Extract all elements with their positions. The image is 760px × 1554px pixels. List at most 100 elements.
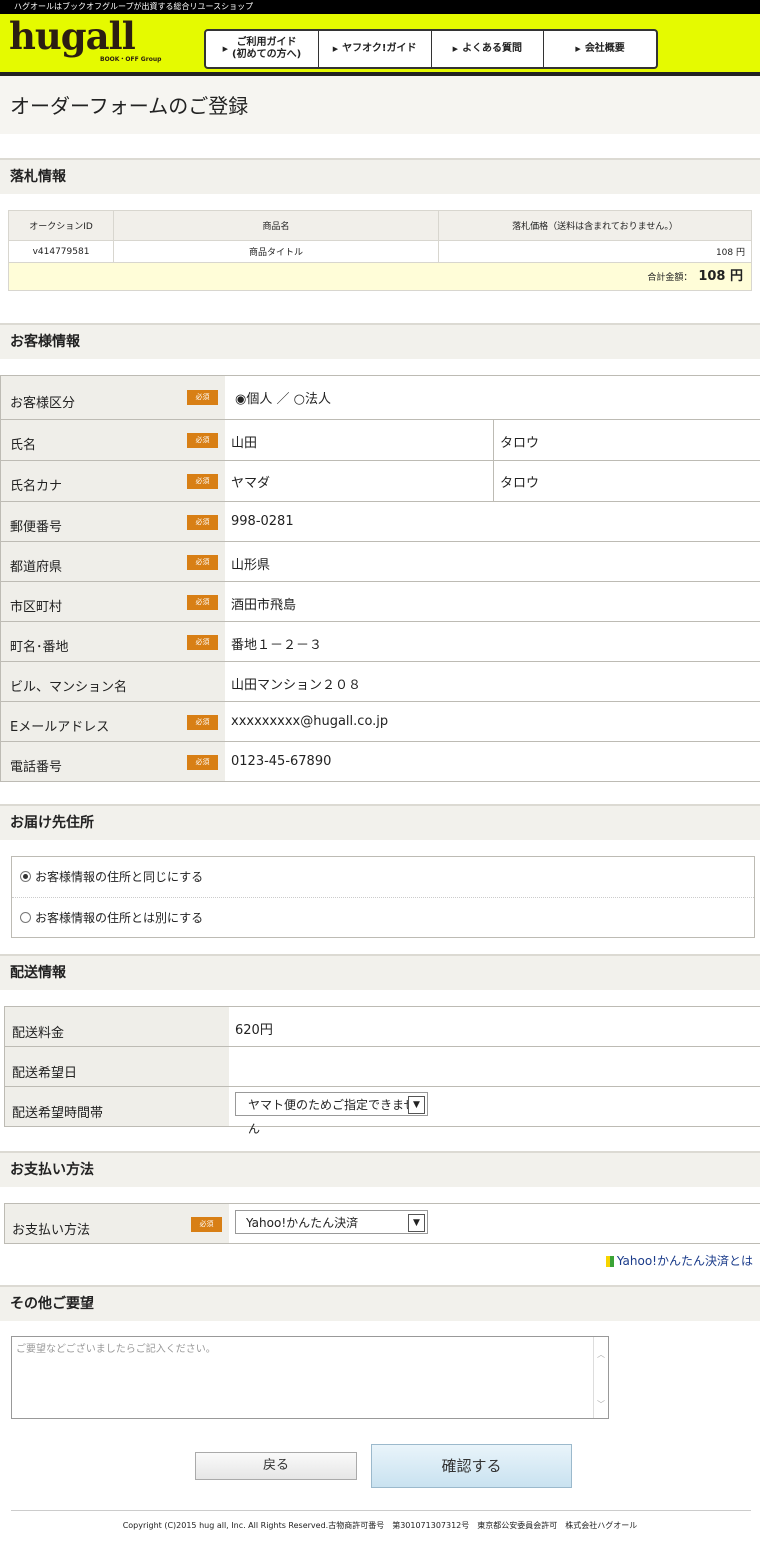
nav-company-label: 会社概要 <box>584 43 625 54</box>
section-header-delivery-address: お届け先住所 <box>0 804 760 840</box>
chevron-down-icon[interactable]: ▼ <box>408 1214 425 1232</box>
top-tagline-bar: ハグオールはブックオフグループが出資する総合リユースショップ <box>0 0 760 14</box>
chevron-down-icon[interactable]: ▼ <box>408 1096 425 1114</box>
section-title: お支払い方法 <box>10 1162 94 1178</box>
field-label-cell: ビル、マンション名 <box>0 662 225 701</box>
prefecture-field[interactable]: 山形県 <box>225 542 760 581</box>
delivery-date-value-cell <box>229 1047 760 1086</box>
auction-id-cell: v414779581 <box>8 240 114 263</box>
email-row: Eメールアドレス 必須 xxxxxxxxx@hugall.co.jp <box>0 702 760 742</box>
section-header-shipping: 配送情報 <box>0 954 760 990</box>
zip-field[interactable]: 998-0281 <box>225 502 760 541</box>
chevron-up-icon[interactable]: ︿ <box>597 1349 605 1360</box>
field-label: 配送料金 <box>12 1026 65 1041</box>
nav-faq-label: よくある質問 <box>462 43 523 54</box>
field-label: 配送希望時間帯 <box>12 1106 104 1121</box>
delivery-same-option[interactable]: お客様情報の住所と同じにする <box>12 857 754 897</box>
street-value[interactable]: 番地１－２－３ <box>231 634 322 653</box>
building-field[interactable]: 山田マンション２０８ <box>225 662 760 701</box>
field-label-cell: 氏名カナ 必須 <box>0 461 225 501</box>
section-title: お届け先住所 <box>10 815 94 831</box>
field-label-cell: 配送希望日 <box>4 1047 229 1086</box>
shipping-fee-row: 配送料金 620円 <box>4 1007 760 1047</box>
copyright: Copyright (C)2015 hug all, Inc. All Righ… <box>122 1521 638 1530</box>
last-name-field[interactable]: 山田 <box>231 432 257 451</box>
field-label: お客様区分 <box>10 396 76 411</box>
hugall-logo[interactable]: hugall <box>9 16 136 56</box>
global-nav: ▶ ご利用ガイド (初めての方へ) ▶ ヤフオク!ガイド ▶ よくある質問 ▶ 会社概要 <box>204 29 658 69</box>
building-row: ビル、マンション名 山田マンション２０８ <box>0 662 760 702</box>
column-header: 商品名 <box>113 210 439 241</box>
field-label-cell: 都道府県 必須 <box>0 542 225 581</box>
last-name-kana-field[interactable]: ヤマダ <box>231 472 270 491</box>
total-row: 合計金額： 108 円 <box>8 263 752 291</box>
email-value[interactable]: xxxxxxxxx@hugall.co.jp <box>231 714 388 729</box>
city-value[interactable]: 酒田市飛島 <box>231 594 296 613</box>
field-label: お支払い方法 <box>12 1223 91 1238</box>
phone-field[interactable]: 0123-45-67890 <box>225 742 760 781</box>
page-title: オーダーフォームのご登録 <box>10 94 249 118</box>
nav-yahoo-guide[interactable]: ▶ ヤフオク!ガイド <box>319 31 432 67</box>
required-badge: 必須 <box>187 515 218 530</box>
field-label-cell: 電話番号 必須 <box>0 742 225 781</box>
street-field[interactable]: 番地１－２－３ <box>225 622 760 661</box>
section-header-bid: 落札情報 <box>0 158 760 194</box>
prefecture-value[interactable]: 山形県 <box>231 554 270 573</box>
building-value[interactable]: 山田マンション２０８ <box>231 674 361 693</box>
delivery-time-value-cell: ヤマト便のためご指定できません ▼ <box>229 1087 760 1136</box>
street-row: 町名･番地 必須 番地１－２－３ <box>0 622 760 662</box>
field-label-cell: 配送料金 <box>4 1007 229 1046</box>
delivery-time-select[interactable]: ヤマト便のためご指定できません ▼ <box>235 1092 428 1136</box>
payment-method-select[interactable]: Yahoo!かんたん決済 ▼ <box>235 1210 428 1234</box>
section-title: 落札情報 <box>10 169 66 185</box>
table-row: v414779581 商品タイトル 108 円 <box>8 240 752 263</box>
city-field[interactable]: 酒田市飛島 <box>225 582 760 621</box>
confirm-button[interactable]: 確認する <box>371 1444 572 1488</box>
beginner-mark-icon <box>605 1256 614 1267</box>
bookoff-group-mark: BOOK・OFF Group <box>100 56 162 63</box>
delivery-different-option[interactable]: お客様情報の住所とは別にする <box>12 897 754 938</box>
customer-type-value[interactable]: ◉個人 ／ ○法人 <box>235 388 331 407</box>
first-name-kana-field[interactable]: タロウ <box>500 472 539 491</box>
textarea-scrollbar[interactable]: ︿ ﹀ <box>593 1337 608 1418</box>
delivery-same-label[interactable]: お客様情報の住所と同じにする <box>35 870 203 884</box>
delivery-time-selected: ヤマト便のためご指定できません <box>248 1098 416 1136</box>
triangle-right-icon: ▶ <box>452 45 459 53</box>
yahoo-payment-info-link[interactable]: Yahoo!かんたん決済とは <box>605 1252 753 1269</box>
nav-faq[interactable]: ▶ よくある質問 <box>432 31 545 67</box>
section-header-customer: お客様情報 <box>0 323 760 359</box>
email-field[interactable]: xxxxxxxxx@hugall.co.jp <box>225 702 760 741</box>
field-label: ビル、マンション名 <box>10 680 128 695</box>
shipping-fee-value-cell: 620円 <box>229 1007 760 1046</box>
column-divider <box>493 420 494 460</box>
required-badge: 必須 <box>187 474 218 489</box>
field-label-cell: 氏名 必須 <box>0 420 225 460</box>
city-row: 市区町村 必須 酒田市飛島 <box>0 582 760 622</box>
requests-textarea[interactable]: ご要望などございましたらご記入ください。 ︿ ﹀ <box>11 1336 609 1419</box>
radio-selected[interactable] <box>20 871 31 882</box>
field-label: 郵便番号 <box>10 520 63 535</box>
delivery-address-options: お客様情報の住所と同じにする お客様情報の住所とは別にする <box>11 856 755 938</box>
required-badge: 必須 <box>187 755 218 770</box>
payment-method-selected: Yahoo!かんたん決済 <box>246 1216 359 1230</box>
delivery-different-label[interactable]: お客様情報の住所とは別にする <box>35 911 203 925</box>
field-label-cell: お客様区分 必須 <box>0 376 225 419</box>
phone-value[interactable]: 0123-45-67890 <box>231 754 331 769</box>
table-header-row: オークションID 商品名 落札価格（送料は含まれておりません。） <box>8 210 752 241</box>
field-label-cell: 町名･番地 必須 <box>0 622 225 661</box>
nav-guide-label: ご利用ガイド (初めての方へ) <box>232 37 302 60</box>
radio-unselected[interactable] <box>20 912 31 923</box>
first-name-field[interactable]: タロウ <box>500 432 539 451</box>
yahoo-payment-info-label[interactable]: Yahoo!かんたん決済とは <box>617 1254 753 1268</box>
zip-row: 郵便番号 必須 998-0281 <box>0 502 760 542</box>
nav-guide[interactable]: ▶ ご利用ガイド (初めての方へ) <box>206 31 319 67</box>
triangle-right-icon: ▶ <box>222 45 228 53</box>
chevron-down-icon[interactable]: ﹀ <box>597 1399 605 1410</box>
nav-company[interactable]: ▶ 会社概要 <box>544 31 656 67</box>
back-button[interactable]: 戻る <box>195 1452 357 1480</box>
field-label-cell: 配送希望時間帯 <box>4 1087 229 1126</box>
shipping-fee-value: 620円 <box>235 1023 273 1038</box>
triangle-right-icon: ▶ <box>332 45 339 53</box>
zip-value[interactable]: 998-0281 <box>231 514 294 529</box>
customer-type-radios[interactable]: ◉個人 ／ ○法人 <box>225 376 760 419</box>
